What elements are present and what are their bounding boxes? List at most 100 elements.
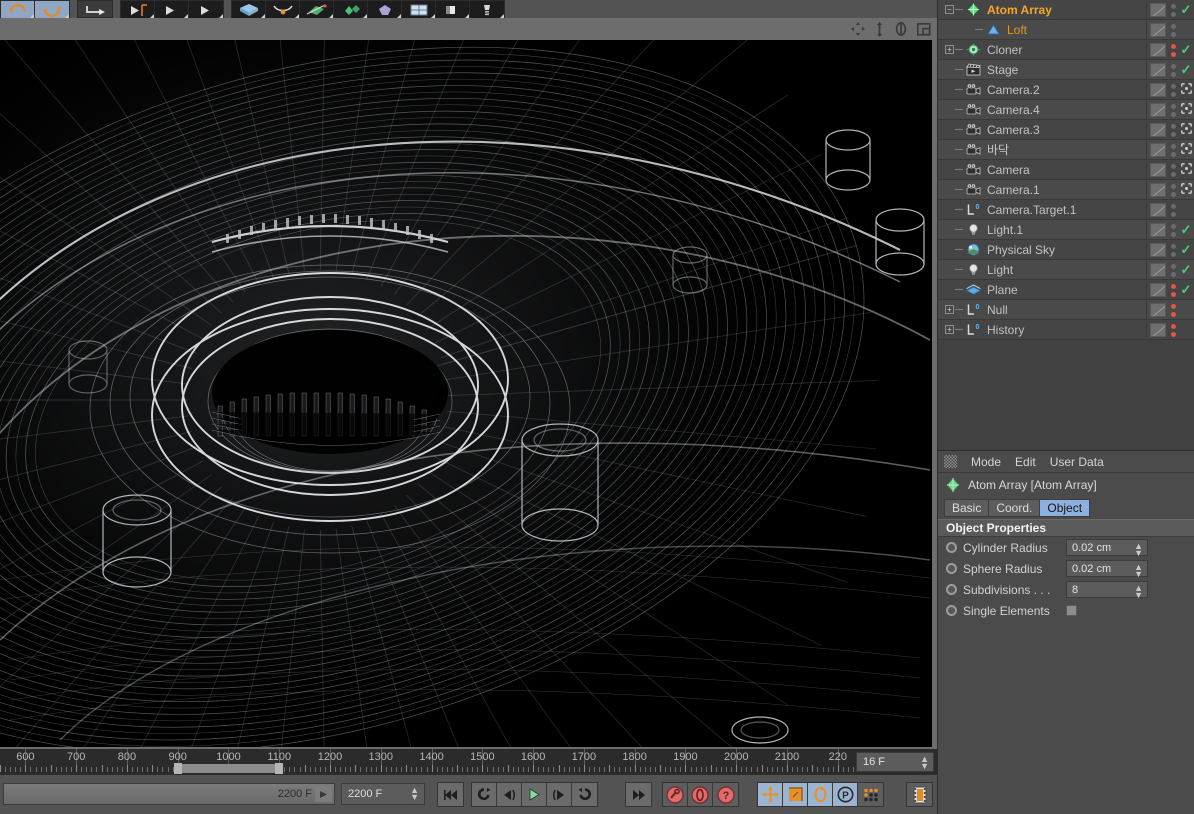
enabled-check-icon[interactable]: ✓ — [1181, 282, 1192, 297]
viewport-3d-canvas[interactable] — [0, 40, 932, 747]
object-row-null[interactable]: +0 Null — [938, 300, 1194, 320]
object-row-light-1[interactable]: Light.1 ✓ — [938, 220, 1194, 240]
tag-slot[interactable] — [1150, 123, 1166, 137]
object-manager-panel[interactable]: − Atom Array ✓ Loft + Cloner ✓ Stage ✓ Camera.2 Ca… — [937, 0, 1194, 450]
editor-visibility-dot[interactable] — [1170, 3, 1176, 9]
scale-key-button[interactable] — [783, 783, 808, 806]
rotate-icon[interactable] — [894, 22, 908, 36]
tag-slot[interactable] — [1150, 43, 1166, 57]
go-to-end-button[interactable] — [626, 783, 651, 806]
render-visibility-dot[interactable] — [1170, 211, 1176, 217]
property-animate-dot[interactable] — [946, 542, 957, 553]
camera-target-icon[interactable] — [1180, 83, 1192, 94]
property-animate-dot[interactable] — [946, 605, 957, 616]
dolly-icon[interactable] — [874, 21, 885, 37]
editor-visibility-dot[interactable] — [1170, 163, 1176, 169]
tag-slot[interactable] — [1150, 63, 1166, 77]
editor-visibility-dot[interactable] — [1170, 103, 1176, 109]
property-stepper[interactable]: ▲ ▼ — [1134, 563, 1143, 579]
timeline-range-field[interactable]: 2200 F — [3, 783, 335, 805]
attribute-tabs[interactable]: Basic Coord. Object — [938, 497, 1194, 519]
scrub-handle-right[interactable] — [275, 763, 284, 774]
enabled-check-icon[interactable]: ✓ — [1181, 222, 1192, 237]
property-value-field[interactable]: 8 ▲ ▼ — [1066, 581, 1148, 600]
visibility-dots[interactable] — [1168, 223, 1178, 237]
tag-slot[interactable] — [1150, 83, 1166, 97]
scene-button[interactable] — [402, 1, 436, 18]
go-to-start-button[interactable] — [438, 783, 463, 806]
pla-key-button[interactable] — [858, 783, 883, 806]
visibility-dots[interactable] — [1168, 323, 1178, 337]
camera-button[interactable] — [436, 1, 470, 18]
cube-primitive-button[interactable] — [232, 1, 266, 18]
tag-slot[interactable] — [1150, 303, 1166, 317]
visibility-dots[interactable] — [1168, 143, 1178, 157]
enabled-check-icon[interactable]: ✓ — [1181, 62, 1192, 77]
property-stepper[interactable]: ▲ ▼ — [1134, 584, 1143, 600]
enabled-check-icon[interactable]: ✓ — [1181, 2, 1192, 17]
object-row-light[interactable]: Light ✓ — [938, 260, 1194, 280]
expand-toggle[interactable]: + — [945, 45, 954, 54]
camera-target-icon[interactable] — [1180, 183, 1192, 194]
autokeying-button[interactable] — [688, 783, 713, 806]
single-elements-checkbox[interactable] — [1066, 605, 1077, 616]
editor-visibility-dot[interactable] — [1170, 283, 1176, 289]
light-button[interactable] — [470, 1, 504, 18]
scrub-handle-left[interactable] — [173, 763, 182, 774]
render-visibility-dot[interactable] — [1170, 311, 1176, 317]
tag-slot[interactable] — [1150, 323, 1166, 337]
render-visibility-dot[interactable] — [1170, 291, 1176, 297]
object-row-loft[interactable]: Loft — [938, 20, 1194, 40]
editor-visibility-dot[interactable] — [1170, 123, 1176, 129]
camera-target-icon[interactable] — [1180, 143, 1192, 154]
viewport-menu-partial[interactable]: el — [1, 22, 15, 36]
render-visibility-dot[interactable] — [1170, 191, 1176, 197]
tag-slot[interactable] — [1150, 163, 1166, 177]
spline-button[interactable] — [266, 1, 300, 18]
property-animate-dot[interactable] — [946, 563, 957, 574]
object-row-stage[interactable]: Stage ✓ — [938, 60, 1194, 80]
editor-visibility-dot[interactable] — [1170, 43, 1176, 49]
tag-slot[interactable] — [1150, 3, 1166, 17]
property-stepper[interactable]: ▲ ▼ — [1134, 542, 1143, 558]
render-visibility-dot[interactable] — [1170, 151, 1176, 157]
editor-visibility-dot[interactable] — [1170, 203, 1176, 209]
expand-toggle[interactable]: + — [945, 305, 954, 314]
attribute-grip-icon[interactable] — [944, 455, 957, 468]
deformer-button[interactable] — [368, 1, 402, 18]
render-visibility-dot[interactable] — [1170, 131, 1176, 137]
visibility-dots[interactable] — [1168, 283, 1178, 297]
property-value-field[interactable]: 0.02 cm ▲ ▼ — [1066, 539, 1148, 558]
property-value-field[interactable]: 0.02 cm ▲ ▼ — [1066, 560, 1148, 579]
render-visibility-dot[interactable] — [1170, 51, 1176, 57]
property-animate-dot[interactable] — [946, 584, 957, 595]
keyframe-selection-button[interactable]: ? — [713, 783, 738, 806]
object-row-camera[interactable]: Camera — [938, 160, 1194, 180]
object-row-atom-array[interactable]: − Atom Array ✓ — [938, 0, 1194, 20]
tab-basic[interactable]: Basic — [944, 499, 989, 517]
visibility-dots[interactable] — [1168, 123, 1178, 137]
rotation-key-button[interactable] — [808, 783, 833, 806]
render-visibility-dot[interactable] — [1170, 271, 1176, 277]
object-row-history[interactable]: +0 History — [938, 320, 1194, 340]
visibility-dots[interactable] — [1168, 3, 1178, 17]
render-visibility-dot[interactable] — [1170, 231, 1176, 237]
previous-key-button[interactable] — [472, 783, 497, 806]
editor-visibility-dot[interactable] — [1170, 223, 1176, 229]
visibility-dots[interactable] — [1168, 303, 1178, 317]
enabled-check-icon[interactable]: ✓ — [1181, 262, 1192, 277]
record-keyframe-button[interactable] — [663, 783, 688, 806]
step-forward-button[interactable] — [547, 783, 572, 806]
step-back-button[interactable] — [497, 783, 522, 806]
range-play-icon[interactable] — [315, 786, 332, 802]
tag-slot[interactable] — [1150, 23, 1166, 37]
editor-visibility-dot[interactable] — [1170, 183, 1176, 189]
redo-button[interactable] — [35, 1, 69, 18]
object-row-camera-2[interactable]: Camera.2 — [938, 80, 1194, 100]
scale-tool-button[interactable] — [155, 1, 189, 18]
editor-visibility-dot[interactable] — [1170, 63, 1176, 69]
object-row-[interactable]: 바닥 — [938, 140, 1194, 160]
object-row-camera-3[interactable]: Camera.3 — [938, 120, 1194, 140]
tab-coord[interactable]: Coord. — [988, 499, 1040, 517]
visibility-dots[interactable] — [1168, 243, 1178, 257]
